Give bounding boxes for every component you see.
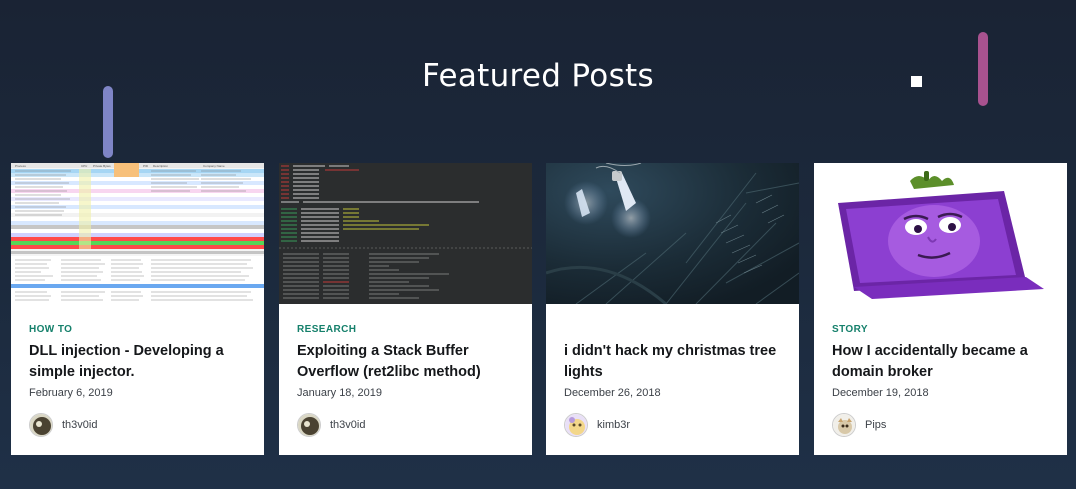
- author-name[interactable]: kimb3r: [597, 419, 630, 431]
- author-avatar[interactable]: [29, 413, 53, 437]
- post-title[interactable]: DLL injection - Developing a simple inje…: [29, 341, 250, 383]
- author-avatar[interactable]: [832, 413, 856, 437]
- post-category[interactable]: [564, 324, 785, 338]
- post-author[interactable]: kimb3r: [564, 413, 630, 437]
- author-name[interactable]: Pips: [865, 419, 886, 431]
- section-title: Featured Posts: [422, 58, 654, 94]
- post-thumbnail[interactable]: [814, 163, 1067, 304]
- svg-text:CPU: CPU: [81, 164, 87, 168]
- post-date: February 6, 2019: [29, 387, 113, 399]
- svg-text:Process: Process: [15, 164, 26, 168]
- post-date: January 18, 2019: [297, 387, 383, 399]
- post-thumbnail[interactable]: ProcessCPUPrivate BytesWorking SetPIDDes…: [11, 163, 264, 304]
- author-name[interactable]: th3v0id: [62, 419, 97, 431]
- post-card[interactable]: STORY How I accidentally became a domain…: [814, 163, 1067, 455]
- post-author[interactable]: th3v0id: [297, 413, 365, 437]
- svg-text:Company Name: Company Name: [203, 164, 225, 168]
- post-title[interactable]: How I accidentally became a domain broke…: [832, 341, 1053, 383]
- post-date: December 19, 2018: [832, 387, 929, 399]
- post-category[interactable]: RESEARCH: [297, 324, 518, 338]
- post-card[interactable]: ProcessCPUPrivate BytesWorking SetPIDDes…: [11, 163, 264, 455]
- post-title[interactable]: i didn't hack my christmas tree lights: [564, 341, 785, 383]
- post-card[interactable]: i didn't hack my christmas tree lights D…: [546, 163, 799, 455]
- svg-text:Description: Description: [153, 164, 168, 168]
- post-thumbnail[interactable]: [546, 163, 799, 304]
- post-author[interactable]: th3v0id: [29, 413, 97, 437]
- svg-text:Private Bytes: Private Bytes: [93, 164, 111, 168]
- post-category[interactable]: HOW TO: [29, 324, 250, 338]
- post-author[interactable]: Pips: [832, 413, 886, 437]
- post-card[interactable]: RESEARCH Exploiting a Stack Buffer Overf…: [279, 163, 532, 455]
- post-category[interactable]: STORY: [832, 324, 1053, 338]
- post-title[interactable]: Exploiting a Stack Buffer Overflow (ret2…: [297, 341, 518, 383]
- author-name[interactable]: th3v0id: [330, 419, 365, 431]
- svg-text:PID: PID: [143, 164, 149, 168]
- decorative-bar-left: [103, 86, 113, 158]
- author-avatar[interactable]: [564, 413, 588, 437]
- post-thumbnail[interactable]: [279, 163, 532, 304]
- author-avatar[interactable]: [297, 413, 321, 437]
- post-date: December 26, 2018: [564, 387, 661, 399]
